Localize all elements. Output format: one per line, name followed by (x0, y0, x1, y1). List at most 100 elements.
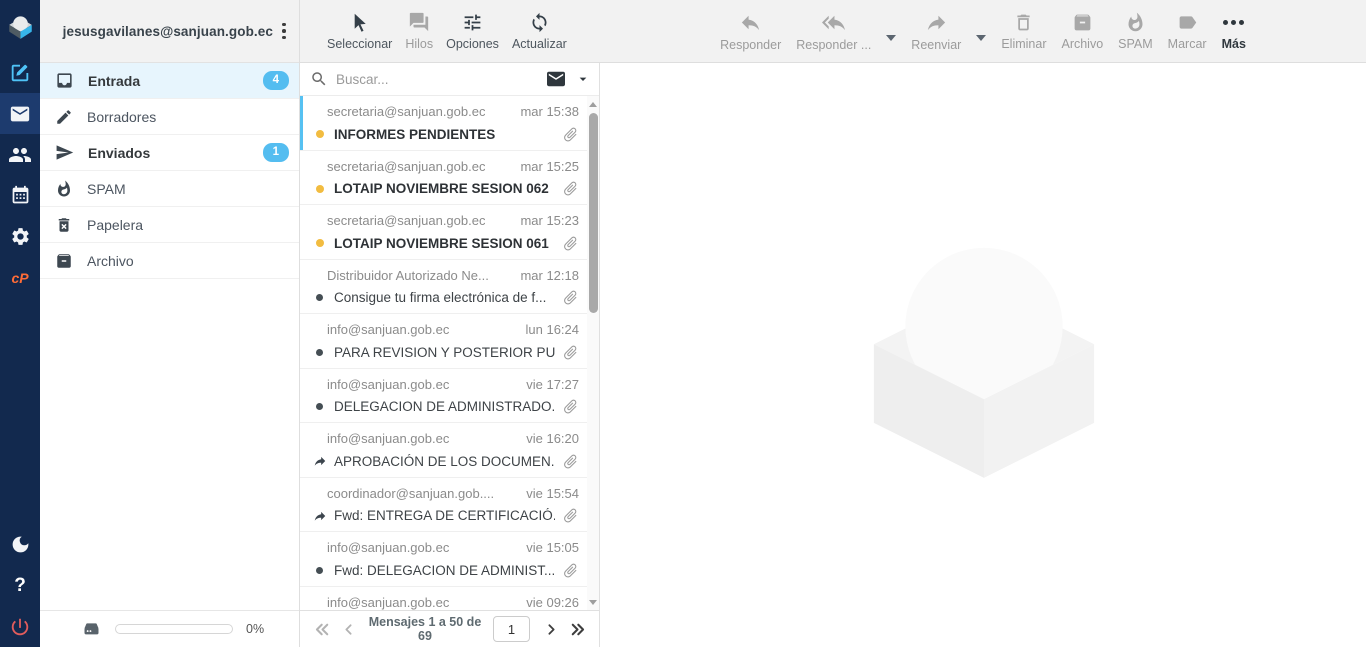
message-sender: Distribuidor Autorizado Ne... (327, 268, 489, 283)
message-row[interactable]: secretaria@sanjuan.gob.ecmar 15:38 INFOR… (300, 96, 587, 151)
forward-dropdown-caret[interactable] (976, 35, 986, 41)
message-subject: Fwd: ENTREGA DE CERTIFICACIÓ... (334, 508, 555, 523)
message-row[interactable]: secretaria@sanjuan.gob.ecmar 15:25 LOTAI… (300, 151, 587, 206)
message-sender: info@sanjuan.gob.ec (327, 377, 449, 392)
reply-button[interactable]: Responder (720, 11, 781, 52)
archive-button[interactable]: Archivo (1061, 12, 1103, 51)
calendar-icon[interactable] (0, 175, 40, 216)
tag-icon (1177, 12, 1198, 33)
dark-mode-moon-icon[interactable] (0, 524, 40, 565)
message-subject: Fwd: DELEGACION DE ADMINIST... (334, 563, 555, 578)
scrollbar-thumb[interactable] (589, 113, 598, 313)
delete-button[interactable]: Eliminar (1001, 12, 1046, 51)
message-row[interactable]: info@sanjuan.gob.eclun 16:24 PARA REVISI… (300, 314, 587, 369)
select-button[interactable]: Seleccionar (327, 12, 392, 51)
compose-icon[interactable] (0, 52, 40, 93)
refresh-button[interactable]: Actualizar (512, 12, 567, 51)
mark-button[interactable]: Marcar (1168, 12, 1207, 51)
send-icon (55, 143, 74, 162)
spam-button[interactable]: SPAM (1118, 12, 1153, 51)
folder-item-archivo[interactable]: Archivo (40, 243, 299, 279)
message-row[interactable]: Distribuidor Autorizado Ne...mar 12:18 C… (300, 260, 587, 315)
message-row[interactable]: coordinador@sanjuan.gob....vie 15:54 Fwd… (300, 478, 587, 533)
attachment-paperclip-icon (558, 176, 582, 200)
options-button[interactable]: Opciones (446, 12, 499, 51)
message-row[interactable]: info@sanjuan.gob.ecvie 17:27 DELEGACION … (300, 369, 587, 424)
storage-quota: 0% (40, 610, 299, 647)
message-sender: coordinador@sanjuan.gob.... (327, 486, 494, 501)
folder-label: Papelera (87, 217, 143, 233)
message-row[interactable]: secretaria@sanjuan.gob.ecmar 15:23 LOTAI… (300, 205, 587, 260)
unread-count-badge: 4 (263, 71, 289, 90)
message-time: vie 17:27 (526, 377, 579, 392)
search-input[interactable] (336, 72, 537, 87)
page-number-input[interactable] (493, 616, 530, 642)
folder-item-borradores[interactable]: Borradores (40, 99, 299, 135)
message-time: vie 09:26 (526, 595, 579, 610)
unread-count-badge: 1 (263, 143, 289, 162)
contacts-icon[interactable] (0, 134, 40, 175)
folder-item-enviados[interactable]: Enviados 1 (40, 135, 299, 171)
threads-button[interactable]: Hilos (405, 11, 433, 51)
scrollbar-down-arrow[interactable] (587, 596, 599, 608)
cursor-arrow-icon (349, 12, 370, 33)
app-rail: cP ? (0, 0, 40, 647)
trash-icon (1013, 12, 1034, 33)
next-page-button[interactable] (538, 616, 564, 642)
message-status-icon (312, 294, 327, 301)
archive-box-icon (1072, 12, 1093, 33)
folder-item-papelera[interactable]: Papelera (40, 207, 299, 243)
toolbar-message-actions: Responder Responder ... Reenviar Elimina… (600, 0, 1366, 62)
folder-list: Entrada 4 Borradores Enviados 1 SPAM (40, 63, 299, 610)
folder-label: Borradores (87, 109, 156, 125)
message-status-forwarded-icon (312, 509, 327, 523)
scrollbar-up-arrow[interactable] (587, 98, 599, 110)
account-email: jesusgavilanes@sanjuan.gob.ec (63, 24, 273, 39)
more-dots-icon (1223, 11, 1244, 33)
settings-gear-icon[interactable] (0, 216, 40, 257)
pagination-info: Mensajes 1 a 50 de 69 (361, 615, 489, 643)
message-subject: APROBACIÓN DE LOS DOCUMEN... (334, 454, 555, 469)
logout-power-icon[interactable] (0, 606, 40, 647)
inbox-icon (55, 71, 74, 90)
reply-icon (739, 11, 762, 34)
message-list-column: secretaria@sanjuan.gob.ecmar 15:38 INFOR… (300, 63, 600, 610)
message-status-icon (312, 567, 327, 574)
first-page-button[interactable] (309, 616, 335, 642)
attachment-paperclip-icon (558, 231, 582, 255)
message-time: mar 15:38 (520, 104, 579, 119)
message-status-icon (312, 185, 327, 193)
account-header: jesusgavilanes@sanjuan.gob.ec (40, 0, 299, 63)
message-row[interactable]: info@sanjuan.gob.ecvie 09:26 (300, 587, 587, 611)
refresh-icon (529, 12, 550, 33)
attachment-paperclip-icon (558, 340, 582, 364)
account-menu-kebab-icon[interactable] (273, 16, 295, 46)
archive-box-icon (55, 252, 73, 270)
reply-all-button[interactable]: Responder ... (796, 11, 871, 52)
forward-button[interactable]: Reenviar (911, 11, 961, 52)
list-scrollbar[interactable] (587, 96, 599, 610)
folder-label: Archivo (87, 253, 134, 269)
mail-icon[interactable] (0, 93, 40, 134)
search-options-chevron-down-icon[interactable] (575, 71, 591, 87)
quota-percent: 0% (246, 622, 264, 636)
reply-all-dropdown-caret[interactable] (886, 35, 896, 41)
content-pane (601, 64, 1366, 647)
roundcube-watermark-logo (866, 231, 1102, 481)
message-row[interactable]: info@sanjuan.gob.ecvie 15:05 Fwd: DELEGA… (300, 532, 587, 587)
message-time: mar 15:23 (520, 213, 579, 228)
folder-item-entrada[interactable]: Entrada 4 (40, 63, 299, 99)
search-icon (310, 70, 328, 88)
message-sender: info@sanjuan.gob.ec (327, 540, 449, 555)
trash-icon (55, 216, 73, 234)
more-button[interactable]: Más (1222, 11, 1246, 51)
last-page-button[interactable] (564, 616, 590, 642)
cpanel-icon[interactable]: cP (0, 257, 40, 298)
flame-icon (55, 180, 73, 198)
search-scope-envelope-icon[interactable] (545, 70, 567, 88)
previous-page-button[interactable] (335, 616, 361, 642)
message-subject: INFORMES PENDIENTES (334, 127, 555, 142)
folder-item-spam[interactable]: SPAM (40, 171, 299, 207)
help-icon[interactable]: ? (0, 565, 40, 606)
message-row[interactable]: info@sanjuan.gob.ecvie 16:20 APROBACIÓN … (300, 423, 587, 478)
